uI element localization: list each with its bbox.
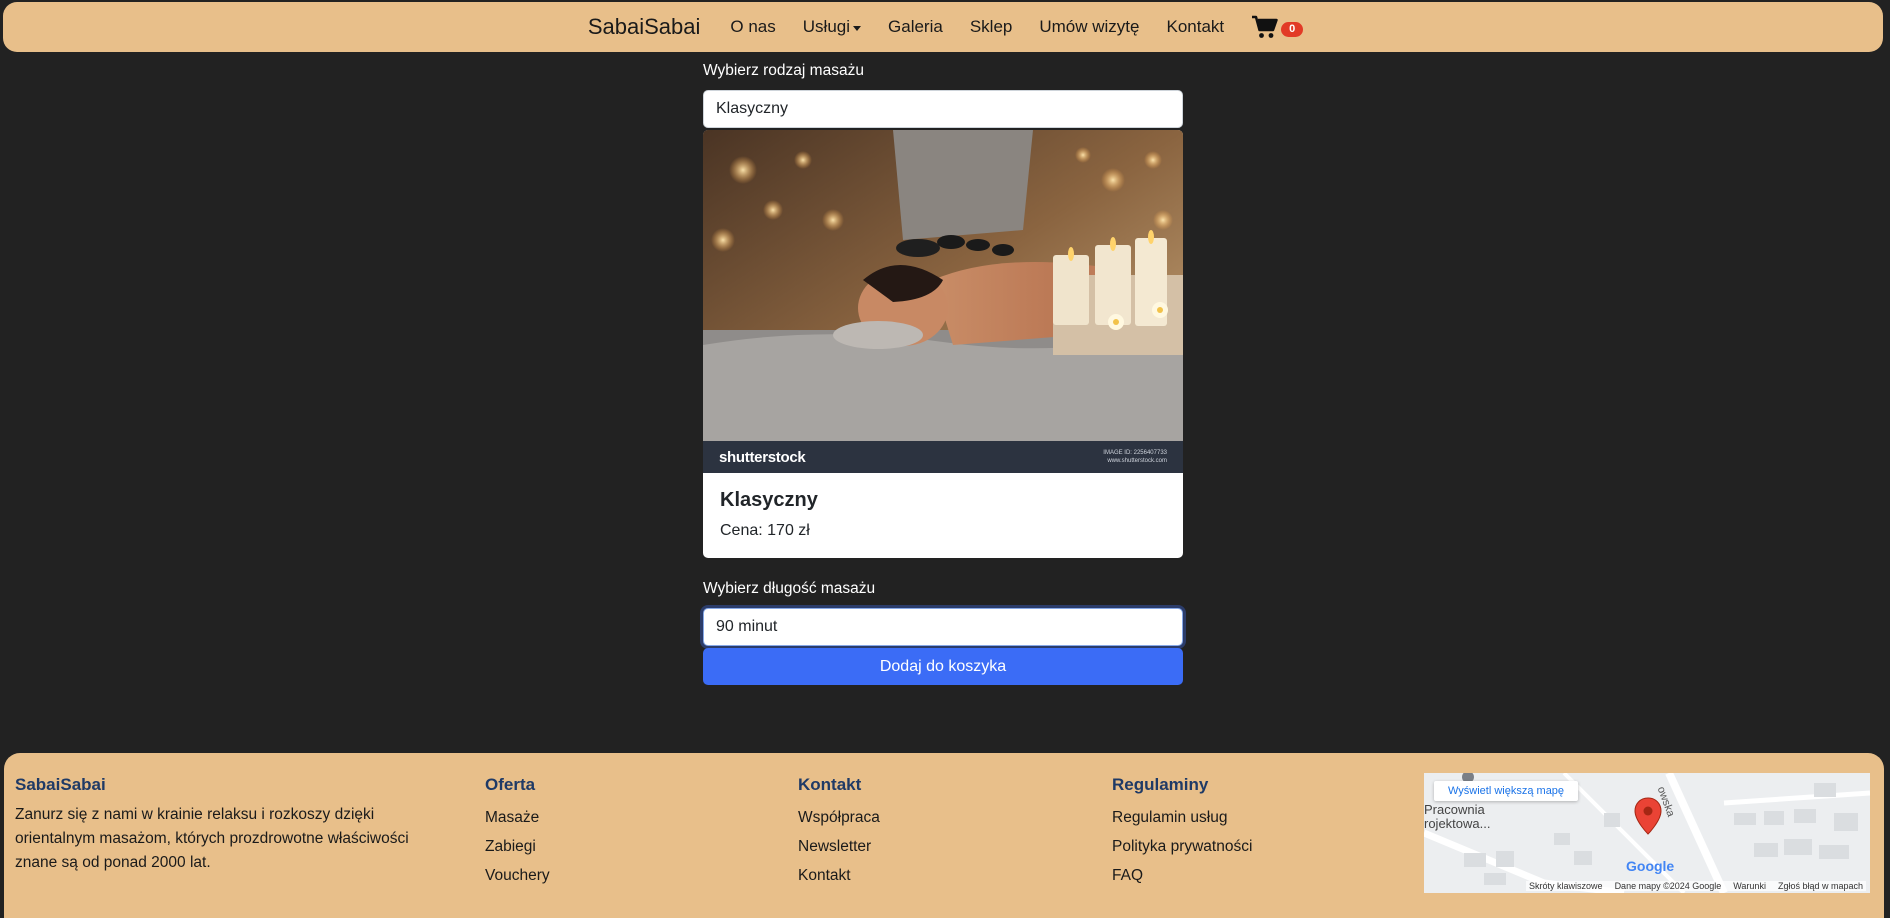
map-pin-icon[interactable]: [1634, 797, 1662, 840]
massage-type-label: Wybierz rodzaj masażu: [703, 62, 864, 79]
card-price: Cena: 170 zł: [720, 522, 810, 539]
massage-card: shutterstock IMAGE ID: 2256407733 www.sh…: [703, 130, 1183, 558]
footer-link-vouchers[interactable]: Vouchery: [485, 861, 550, 890]
card-title: Klasyczny: [720, 489, 818, 511]
map-report-link[interactable]: Zgłoś błąd w mapach: [1778, 881, 1863, 891]
footer-about-title: SabaiSabai: [15, 775, 106, 794]
footer-link-privacy[interactable]: Polityka prywatności: [1112, 832, 1252, 861]
footer-link-massages[interactable]: Masaże: [485, 803, 550, 832]
footer-link-terms[interactable]: Regulamin usług: [1112, 803, 1252, 832]
add-to-cart-button[interactable]: Dodaj do koszyka: [703, 648, 1183, 685]
footer-about-text: Zanurz się z nami w krainie relaksu i ro…: [15, 806, 409, 871]
footer-about: SabaiSabai Zanurz się z nami w krainie r…: [15, 775, 445, 875]
google-map[interactable]: Wyświetl większą mapę Pracownia rojektow…: [1424, 773, 1870, 893]
cart-count-badge: 0: [1281, 22, 1304, 37]
massage-photo-illustration: [703, 130, 1183, 441]
top-navbar: SabaiSabai O nas Usługi Galeria Sklep Um…: [3, 2, 1883, 52]
nav-link-shop[interactable]: Sklep: [970, 17, 1013, 37]
footer-contact-title: Kontakt: [798, 775, 862, 794]
nav-link-gallery[interactable]: Galeria: [888, 17, 943, 37]
footer-link-cooperation[interactable]: Współpraca: [798, 803, 880, 832]
card-body: Klasyczny Cena: 170 zł: [703, 473, 1183, 558]
footer-link-treatments[interactable]: Zabiegi: [485, 832, 550, 861]
nav-link-booking[interactable]: Umów wizytę: [1039, 17, 1139, 37]
map-attribution: Skróty klawiszowe Dane mapy ©2024 Google…: [1526, 881, 1866, 891]
shutterstock-logo: shutterstock: [719, 448, 806, 466]
footer: SabaiSabai Zanurz się z nami w krainie r…: [4, 753, 1884, 918]
massage-type-select[interactable]: Klasyczny: [703, 90, 1183, 128]
footer-link-contact[interactable]: Kontakt: [798, 861, 880, 890]
footer-rules: Regulaminy Regulamin usług Polityka pryw…: [1112, 775, 1252, 890]
map-shortcuts-link[interactable]: Skróty klawiszowe: [1529, 881, 1603, 891]
footer-link-newsletter[interactable]: Newsletter: [798, 832, 880, 861]
map-place-label: Pracownia rojektowa...: [1424, 803, 1490, 831]
image-id-text: IMAGE ID: 2256407733 www.shutterstock.co…: [1103, 449, 1167, 465]
map-terms-link[interactable]: Warunki: [1733, 881, 1766, 891]
brand-link[interactable]: SabaiSabai: [588, 14, 701, 40]
nav-inner: SabaiSabai O nas Usługi Galeria Sklep Um…: [588, 14, 1304, 40]
booking-form: Wybierz rodzaj masażu Klasyczny shutters…: [703, 62, 1183, 685]
map-place-text: Pracownia rojektowa...: [1424, 802, 1491, 831]
image-id-line1: IMAGE ID: 2256407733: [1103, 450, 1167, 456]
map-data-credit: Dane mapy ©2024 Google: [1614, 881, 1722, 891]
massage-length-label: Wybierz długość masażu: [703, 580, 876, 597]
image-id-line2: www.shutterstock.com: [1107, 458, 1167, 464]
shopping-cart-icon: [1251, 14, 1279, 40]
massage-image: shutterstock IMAGE ID: 2256407733 www.sh…: [703, 130, 1183, 473]
footer-offer-title: Oferta: [485, 775, 536, 794]
map-enlarge-link[interactable]: Wyświetl większą mapę: [1434, 781, 1579, 801]
footer-contact: Kontakt Współpraca Newsletter Kontakt: [798, 775, 880, 890]
image-watermark-bar: shutterstock IMAGE ID: 2256407733 www.sh…: [703, 441, 1183, 473]
massage-length-select[interactable]: 90 minut: [703, 608, 1183, 646]
caret-down-icon: [853, 25, 862, 31]
nav-link-contact[interactable]: Kontakt: [1166, 17, 1224, 37]
footer-link-faq[interactable]: FAQ: [1112, 861, 1252, 890]
footer-offer: Oferta Masaże Zabiegi Vouchery: [485, 775, 550, 890]
footer-rules-title: Regulaminy: [1112, 775, 1209, 794]
google-logo-text: Google: [1626, 858, 1675, 874]
nav-link-about[interactable]: O nas: [730, 17, 775, 37]
nav-link-services[interactable]: Usługi: [802, 17, 862, 37]
nav-link-services-label: Usługi: [802, 17, 851, 36]
google-logo: Google: [1626, 858, 1674, 874]
cart-button[interactable]: 0: [1251, 14, 1304, 40]
